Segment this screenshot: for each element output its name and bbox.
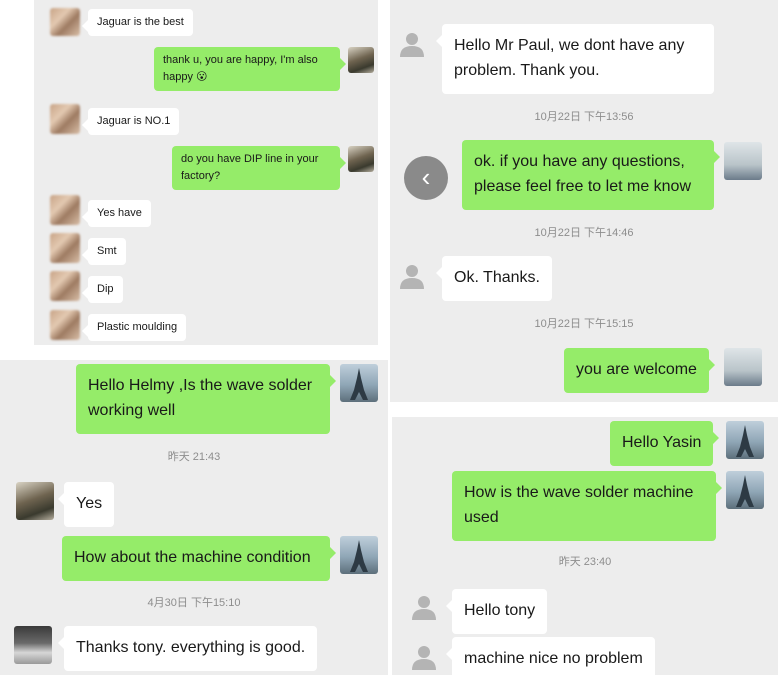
timestamp: 10月22日 下午14:46 bbox=[534, 227, 634, 239]
default-avatar-icon[interactable] bbox=[410, 643, 438, 671]
received-message: Yes bbox=[57, 482, 115, 527]
avatar[interactable] bbox=[348, 146, 374, 172]
timestamp: 4月30日 下午15:10 bbox=[147, 597, 241, 609]
sent-message: How about the machine condition bbox=[62, 536, 336, 581]
avatar[interactable] bbox=[726, 471, 764, 509]
avatar[interactable] bbox=[14, 626, 52, 664]
message-text: Plastic moulding bbox=[97, 321, 178, 333]
message-text: thank u, you are happy, I'm also happy 😮 bbox=[163, 54, 318, 84]
message-text: ok. if you have any questions, please fe… bbox=[474, 153, 692, 195]
avatar[interactable] bbox=[50, 310, 80, 340]
avatar[interactable] bbox=[16, 482, 54, 520]
sent-message: How is the wave solder machine used bbox=[452, 471, 722, 541]
avatar[interactable] bbox=[340, 536, 378, 574]
message-text: Dip bbox=[97, 283, 114, 295]
chat-panel-1: Jaguar is the best thank u, you are happ… bbox=[34, 0, 378, 345]
message-text: How is the wave solder machine used bbox=[464, 484, 694, 526]
message-text: Hello Mr Paul, we dont have any problem.… bbox=[454, 37, 685, 79]
received-message: Hello tony bbox=[445, 589, 548, 634]
received-message: Jaguar is NO.1 bbox=[81, 108, 180, 136]
received-message: Yes have bbox=[82, 200, 151, 228]
default-avatar-icon[interactable] bbox=[398, 30, 426, 58]
received-message: Jaguar is the best bbox=[82, 9, 193, 37]
timestamp: 昨天 21:43 bbox=[167, 451, 221, 463]
avatar[interactable] bbox=[50, 195, 80, 225]
sent-message: Hello Helmy ,Is the wave solder working … bbox=[76, 364, 336, 434]
avatar[interactable] bbox=[50, 104, 80, 134]
chat-panel-3: Hello Helmy ,Is the wave solder working … bbox=[0, 360, 388, 675]
received-message: Hello Mr Paul, we dont have any problem.… bbox=[436, 24, 714, 94]
sent-message: thank u, you are happy, I'm also happy 😮 bbox=[154, 47, 346, 92]
avatar[interactable] bbox=[726, 421, 764, 459]
message-text: Yes bbox=[76, 495, 103, 512]
message-text: Smt bbox=[97, 245, 117, 257]
received-message: Dip bbox=[82, 276, 123, 304]
avatar[interactable] bbox=[340, 364, 378, 402]
received-message: machine nice no problem bbox=[446, 637, 655, 675]
message-text: Jaguar is the best bbox=[97, 16, 184, 28]
chat-panel-4: Hello Yasin How is the wave solder machi… bbox=[392, 417, 778, 675]
chevron-left-icon[interactable]: ‹ bbox=[404, 156, 448, 200]
timestamp: 昨天 23:40 bbox=[558, 556, 612, 568]
message-text: Jaguar is NO.1 bbox=[97, 115, 171, 127]
received-message: Plastic moulding bbox=[81, 314, 187, 342]
avatar[interactable] bbox=[50, 8, 80, 36]
avatar[interactable] bbox=[724, 142, 762, 180]
received-message: Thanks tony. everything is good. bbox=[57, 626, 318, 671]
sent-message: you are welcome bbox=[564, 348, 715, 393]
default-avatar-icon[interactable] bbox=[410, 593, 438, 621]
sent-message: do you have DIP line in your factory? bbox=[172, 146, 346, 191]
received-message: Ok. Thanks. bbox=[436, 256, 552, 301]
chat-panel-2: Hello Mr Paul, we dont have any problem.… bbox=[390, 0, 778, 402]
timestamp: 10月22日 下午13:56 bbox=[534, 111, 634, 123]
sent-message: ok. if you have any questions, please fe… bbox=[462, 140, 720, 210]
sent-message: Hello Yasin bbox=[610, 421, 720, 466]
message-text: Ok. Thanks. bbox=[454, 269, 540, 286]
message-text: do you have DIP line in your factory? bbox=[181, 153, 319, 183]
avatar[interactable] bbox=[50, 271, 80, 301]
message-text: Yes have bbox=[97, 207, 142, 219]
received-message: Smt bbox=[82, 238, 126, 266]
timestamp: 10月22日 下午15:15 bbox=[534, 318, 634, 330]
avatar[interactable] bbox=[724, 348, 762, 386]
message-text: How about the machine condition bbox=[74, 549, 311, 566]
avatar[interactable] bbox=[50, 233, 80, 263]
default-avatar-icon[interactable] bbox=[398, 262, 426, 290]
message-text: Hello Yasin bbox=[622, 434, 702, 451]
message-text: Hello Helmy ,Is the wave solder working … bbox=[88, 377, 313, 419]
message-text: you are welcome bbox=[576, 361, 697, 378]
avatar[interactable] bbox=[348, 47, 374, 73]
message-text: Thanks tony. everything is good. bbox=[76, 639, 306, 656]
message-text: machine nice no problem bbox=[464, 650, 643, 667]
message-text: Hello tony bbox=[464, 602, 536, 619]
